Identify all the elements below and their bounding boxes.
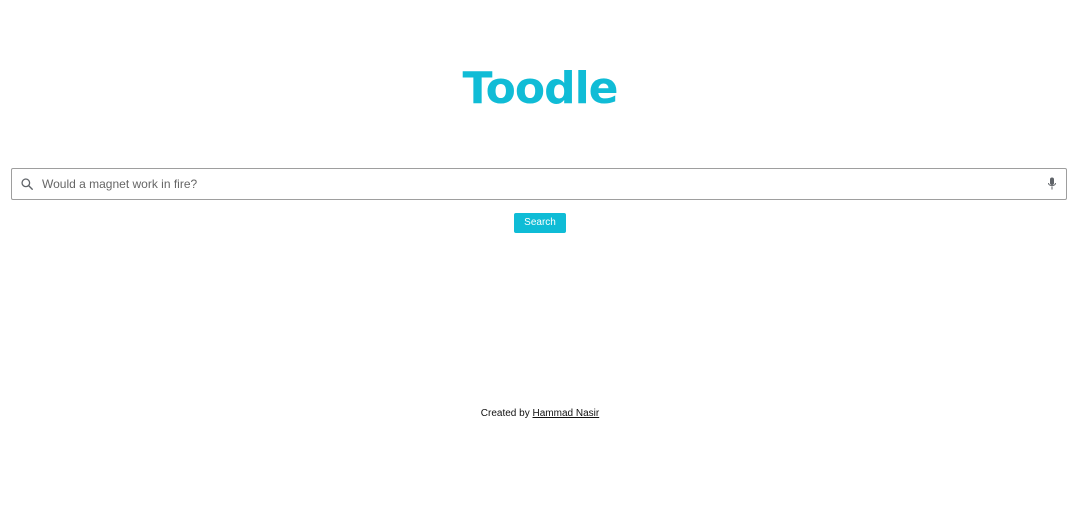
search-box[interactable] (11, 168, 1067, 200)
logo: Toodle (462, 63, 618, 114)
created-by-text: Created by (480, 408, 530, 419)
microphone-icon[interactable] (1046, 176, 1058, 192)
search-button[interactable]: Search (514, 213, 566, 233)
footer: Created by Hammad Nasir (0, 408, 1080, 419)
page: Toodle Search Created by Hammad Nasir (0, 0, 1080, 507)
search-icon (20, 177, 34, 191)
search-input[interactable] (42, 170, 1046, 198)
author-link[interactable]: Hammad Nasir (533, 408, 600, 419)
